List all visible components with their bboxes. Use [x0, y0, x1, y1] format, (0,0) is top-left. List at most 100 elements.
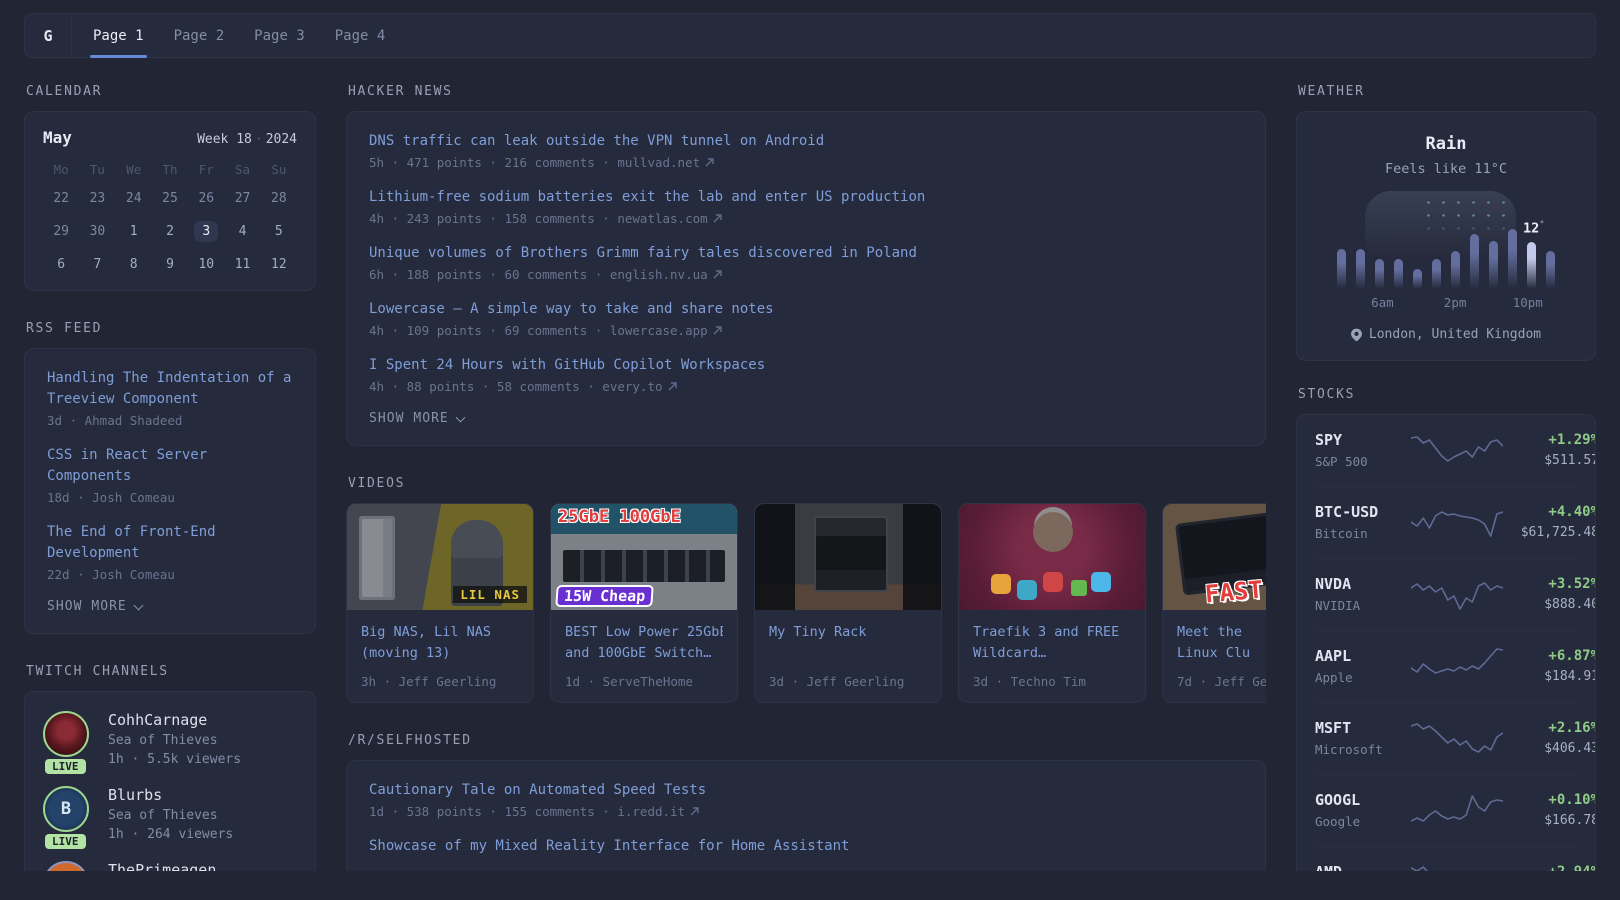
stock-values: +3.52%$888.40: [1511, 576, 1596, 612]
stock-price: $184.91: [1511, 669, 1596, 684]
video-title[interactable]: Meet theLinux Clu: [1177, 622, 1266, 663]
video-thumbnail[interactable]: 25GbE 100GbE15W Cheap: [551, 504, 737, 610]
video-thumbnail[interactable]: [755, 504, 941, 610]
twitch-avatar: [43, 861, 89, 871]
hn-title[interactable]: Unique volumes of Brothers Grimm fairy t…: [369, 243, 1243, 264]
calendar-day-number: 28: [271, 191, 287, 206]
twitch-channel-name[interactable]: ThePrimeagen: [108, 861, 216, 871]
rss-item: Handling The Indentation of a Treeview C…: [47, 368, 293, 428]
video-title[interactable]: BEST Low Power 25GbEand 100GbE Switch…: [565, 622, 723, 663]
twitch-channel-viewers: 1h · 5.5k viewers: [108, 752, 241, 767]
calendar-day: 28: [261, 186, 297, 210]
calendar-day-number: 30: [90, 224, 106, 239]
stock-price: $406.43: [1511, 741, 1596, 756]
twitch-channel[interactable]: ThePrimeagen: [43, 861, 297, 871]
stock-info: NVDANVIDIA: [1315, 575, 1403, 613]
calendar-day-number: 5: [275, 224, 283, 239]
video-thumbnail[interactable]: LIL NAS: [347, 504, 533, 610]
reddit-widget: Cautionary Tale on Automated Speed Tests…: [346, 760, 1266, 871]
twitch-channel-info: ThePrimeagen: [108, 861, 216, 871]
rss-title[interactable]: Handling The Indentation of a Treeview C…: [47, 368, 293, 410]
external-link-icon: [713, 326, 722, 335]
thumbnail-text: FAST: [1204, 576, 1264, 609]
stock-info: AMDAMD: [1315, 863, 1403, 871]
calendar-day: 29: [43, 219, 79, 243]
calendar-dow: Mo: [43, 162, 79, 177]
dot-separator: ·: [255, 132, 263, 147]
stock-values: +2.16% $406.43: [1511, 720, 1596, 756]
stock-row[interactable]: MSFTMicrosoft+2.16%$406.43: [1315, 702, 1577, 774]
stock-row[interactable]: AMDAMD+2.94%$150.45: [1315, 846, 1577, 871]
reddit-item: Cautionary Tale on Automated Speed Tests…: [369, 780, 1243, 819]
weather-temp-label: 12°: [1523, 220, 1545, 237]
external-link-icon: [690, 807, 699, 816]
weather-hour-label: 10pm: [1513, 295, 1543, 310]
rss-title[interactable]: CSS in React Server Components: [47, 445, 293, 487]
stock-row[interactable]: NVDANVIDIA+3.52%$888.40: [1315, 558, 1577, 630]
twitch-channel[interactable]: LIVECohhCarnageSea of Thieves1h · 5.5k v…: [43, 711, 297, 767]
stock-values: +0.10%$166.78: [1511, 792, 1596, 828]
video-card-body: Traefik 3 and FREEWildcard…3d · Techno T…: [959, 610, 1145, 702]
calendar-day: 11: [224, 252, 260, 276]
hn-show-more[interactable]: SHOW MORE: [369, 411, 1243, 426]
twitch-channel-name[interactable]: Blurbs: [108, 786, 233, 804]
hn-title[interactable]: Lithium-free sodium batteries exit the l…: [369, 187, 1243, 208]
stock-name: Google: [1315, 814, 1403, 829]
tab-page-2[interactable]: Page 2: [174, 14, 225, 57]
sparkline-chart: [1411, 644, 1503, 688]
video-thumbnail[interactable]: [959, 504, 1145, 610]
weather-feels-like: Feels like 11°C: [1315, 161, 1577, 177]
twitch-avatar-wrap: [43, 861, 93, 871]
video-card[interactable]: Traefik 3 and FREEWildcard…3d · Techno T…: [958, 503, 1146, 703]
stock-row[interactable]: GOOGLGoogle+0.10%$166.78: [1315, 774, 1577, 846]
calendar-day-number: 9: [166, 257, 174, 272]
twitch-channel-info: BlurbsSea of Thieves1h · 264 viewers: [108, 786, 233, 842]
tab-page-4[interactable]: Page 4: [335, 14, 386, 57]
video-title[interactable]: Big NAS, Lil NAS(moving 13): [361, 622, 519, 663]
video-title[interactable]: My Tiny Rack: [769, 622, 927, 663]
app-logo[interactable]: G: [25, 14, 72, 57]
stock-sparkline: [1411, 788, 1503, 832]
stock-price: $61,725.48: [1511, 525, 1596, 540]
calendar-day: 22: [43, 186, 79, 210]
stock-sparkline: [1411, 572, 1503, 616]
stock-symbol: SPY: [1315, 431, 1403, 449]
stock-row[interactable]: SPYS&P 500+1.29%$511.57: [1315, 415, 1577, 486]
tab-page-1[interactable]: Page 1: [93, 14, 144, 57]
twitch-channel[interactable]: BLIVEBlurbsSea of Thieves1h · 264 viewer…: [43, 786, 297, 842]
calendar-day-number: 22: [53, 191, 69, 206]
stock-row[interactable]: AAPLApple+6.87%$184.91: [1315, 630, 1577, 702]
stock-row[interactable]: BTC-USDBitcoin+4.40%$61,725.48: [1315, 486, 1577, 558]
avatar-letter: B: [45, 788, 87, 830]
calendar-day: 30: [79, 219, 115, 243]
middle-column: HACKER NEWS DNS traffic can leak outside…: [346, 84, 1266, 871]
hn-title[interactable]: DNS traffic can leak outside the VPN tun…: [369, 131, 1243, 152]
hn-title[interactable]: I Spent 24 Hours with GitHub Copilot Wor…: [369, 355, 1243, 376]
sparkline-chart: [1411, 788, 1503, 832]
stock-name: Bitcoin: [1315, 526, 1403, 541]
rss-title[interactable]: The End of Front-End Development: [47, 522, 293, 564]
hn-title[interactable]: Lowercase – A simple way to take and sha…: [369, 299, 1243, 320]
rss-show-more[interactable]: SHOW MORE: [47, 599, 293, 614]
weather-hour-labels: 6am2pm10pm: [1337, 295, 1555, 312]
reddit-title[interactable]: Showcase of my Mixed Reality Interface f…: [369, 836, 1243, 857]
calendar-dow: Sa: [224, 162, 260, 177]
stock-change: +2.16%: [1511, 720, 1596, 736]
video-card[interactable]: LIL NAS Big NAS, Lil NAS(moving 13) 3h · J…: [346, 503, 534, 703]
video-meta: 3h · Jeff Geerling: [361, 674, 519, 689]
video-card[interactable]: 25GbE 100GbE15W Cheap BEST Low Power 25Gb…: [550, 503, 738, 703]
video-card[interactable]: FAST Meet theLinux Clu 7d · Jeff Geerling: [1162, 503, 1266, 703]
video-card[interactable]: My Tiny Rack3d · Jeff Geerling: [754, 503, 942, 703]
calendar-day-number: 12: [271, 257, 287, 272]
calendar-day-number: 25: [162, 191, 178, 206]
twitch-section-label: TWITCH CHANNELS: [26, 664, 316, 679]
reddit-title[interactable]: Cautionary Tale on Automated Speed Tests: [369, 780, 1243, 801]
twitch-channel-name[interactable]: CohhCarnage: [108, 711, 241, 729]
video-meta: 7d · Jeff Geerling: [1177, 674, 1266, 689]
video-thumbnail[interactable]: FAST: [1163, 504, 1266, 610]
tab-page-3[interactable]: Page 3: [254, 14, 305, 57]
weather-bar: [1451, 251, 1460, 289]
calendar-day: 8: [116, 252, 152, 276]
video-title[interactable]: Traefik 3 and FREEWildcard…: [973, 622, 1131, 663]
video-title-line: Linux Clu: [1177, 643, 1266, 664]
